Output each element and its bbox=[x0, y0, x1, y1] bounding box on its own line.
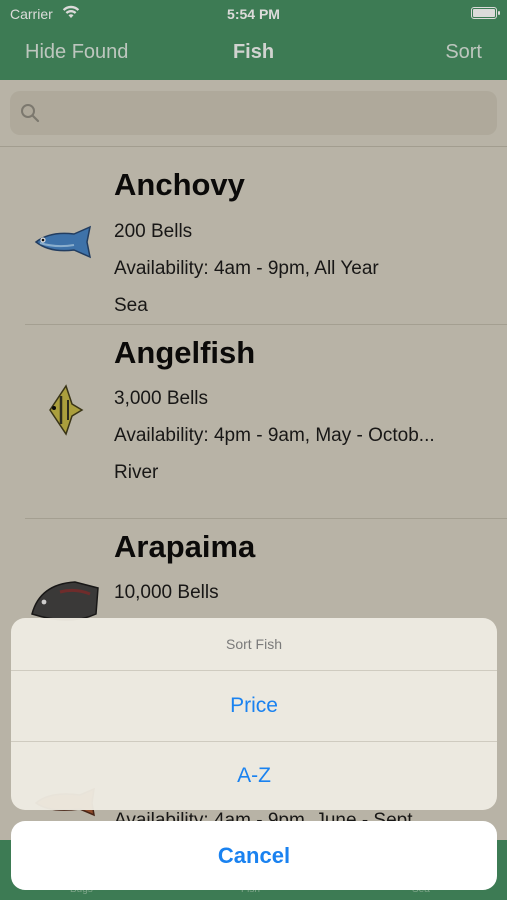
action-sheet-title: Sort Fish bbox=[225, 636, 282, 652]
sort-price-button[interactable]: Price bbox=[11, 672, 497, 740]
sort-action-sheet: Sort Fish Price A-Z bbox=[11, 618, 497, 810]
sheet-divider bbox=[11, 670, 497, 671]
sort-a-z-button[interactable]: A-Z bbox=[11, 742, 497, 810]
cancel-button[interactable]: Cancel bbox=[11, 821, 497, 890]
